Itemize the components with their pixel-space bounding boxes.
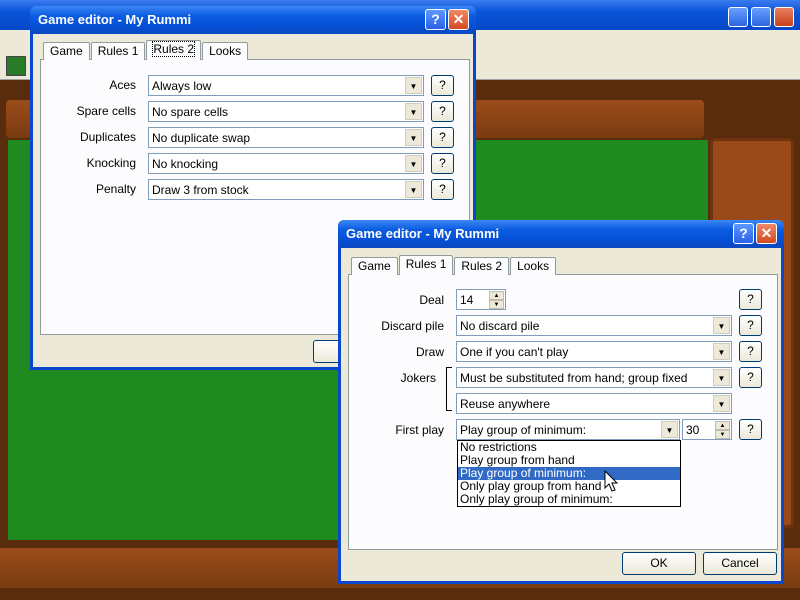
first-play-help-button[interactable]: ? [739,419,762,440]
front-dialog-titlebar: Game editor - My Rummi ? ✕ [338,220,784,248]
help-title-button[interactable]: ? [733,223,754,244]
duplicates-help-button[interactable]: ? [431,127,454,148]
spare-cells-help-button[interactable]: ? [431,101,454,122]
toolbar-button-icon[interactable] [6,56,26,76]
discard-help-button[interactable]: ? [739,315,762,336]
tab-looks[interactable]: Looks [202,42,249,60]
spare-cells-select[interactable]: No spare cells ▼ [148,101,424,122]
list-item[interactable]: Only play group of minimum: [458,493,680,506]
chevron-down-icon[interactable]: ▼ [661,421,678,438]
back-tabs: Game Rules 1 Rules 2 Looks [43,40,249,60]
front-dialog: Game editor - My Rummi ? ✕ Game Rules 1 … [338,220,784,584]
back-dialog-titlebar: Game editor - My Rummi ? ✕ [30,6,476,34]
close-icon: ✕ [452,11,465,27]
chevron-down-icon[interactable]: ▼ [405,103,422,120]
penalty-select[interactable]: Draw 3 from stock ▼ [148,179,424,200]
tab-game[interactable]: Game [351,257,398,275]
tab-rules-2[interactable]: Rules 2 [146,40,202,60]
chevron-down-icon[interactable]: ▼ [713,343,730,360]
close-icon: ✕ [760,225,773,241]
first-play-label: First play [395,423,444,437]
front-tabs: Game Rules 1 Rules 2 Looks [351,255,557,275]
question-icon: ? [431,11,440,27]
tab-game[interactable]: Game [43,42,90,60]
spin-down-icon[interactable]: ▼ [489,300,504,309]
minimize-icon[interactable] [728,7,748,27]
spin-up-icon[interactable]: ▲ [489,291,504,300]
maximize-icon[interactable] [751,7,771,27]
chevron-down-icon[interactable]: ▼ [713,369,730,386]
chevron-down-icon[interactable]: ▼ [405,77,422,94]
knocking-label: Knocking [86,156,136,170]
draw-select[interactable]: One if you can't play ▼ [456,341,732,362]
chevron-down-icon[interactable]: ▼ [405,129,422,146]
jokers-select-1[interactable]: Must be substituted from hand; group fix… [456,367,732,388]
cancel-button[interactable]: Cancel [703,552,777,575]
question-icon: ? [739,225,748,241]
deal-label: Deal [419,293,444,307]
tab-rules-2[interactable]: Rules 2 [454,257,510,275]
back-dialog-title: Game editor - My Rummi [38,12,192,27]
first-play-dropdown-list[interactable]: No restrictions Play group from hand Pla… [457,440,681,507]
discard-pile-select[interactable]: No discard pile ▼ [456,315,732,336]
spin-up-icon[interactable]: ▲ [715,421,730,430]
penalty-help-button[interactable]: ? [431,179,454,200]
jokers-label: Jokers [400,371,436,385]
tab-rules-1[interactable]: Rules 1 [90,42,146,60]
aces-select[interactable]: Always low ▼ [148,75,424,96]
draw-help-button[interactable]: ? [739,341,762,362]
help-title-button[interactable]: ? [425,9,446,30]
aces-label: Aces [109,78,136,92]
jokers-select-2[interactable]: Reuse anywhere ▼ [456,393,732,414]
knocking-help-button[interactable]: ? [431,153,454,174]
aces-help-button[interactable]: ? [431,75,454,96]
deal-stepper[interactable]: 14 ▲ ▼ [456,289,506,310]
discard-pile-label: Discard pile [381,319,444,333]
close-button[interactable]: ✕ [756,223,777,244]
penalty-label: Penalty [95,182,136,196]
first-play-select[interactable]: Play group of minimum: ▼ [456,419,680,440]
front-dialog-title: Game editor - My Rummi [346,226,500,241]
jokers-bracket [446,367,452,411]
tab-looks[interactable]: Looks [510,257,557,275]
chevron-down-icon[interactable]: ▼ [405,181,422,198]
mouse-cursor-icon [604,470,619,492]
tab-rules-1[interactable]: Rules 1 [398,255,454,275]
draw-label: Draw [415,345,444,359]
spin-down-icon[interactable]: ▼ [715,430,730,439]
knocking-select[interactable]: No knocking ▼ [148,153,424,174]
ok-button[interactable]: OK [622,552,696,575]
jokers-help-button[interactable]: ? [739,367,762,388]
close-button[interactable]: ✕ [448,9,469,30]
close-icon[interactable] [774,7,794,27]
spare-cells-label: Spare cells [76,104,136,118]
duplicates-select[interactable]: No duplicate swap ▼ [148,127,424,148]
deal-help-button[interactable]: ? [739,289,762,310]
chevron-down-icon[interactable]: ▼ [713,395,730,412]
duplicates-label: Duplicates [79,130,136,144]
chevron-down-icon[interactable]: ▼ [713,317,730,334]
minimum-stepper[interactable]: 30 ▲ ▼ [682,419,732,440]
chevron-down-icon[interactable]: ▼ [405,155,422,172]
